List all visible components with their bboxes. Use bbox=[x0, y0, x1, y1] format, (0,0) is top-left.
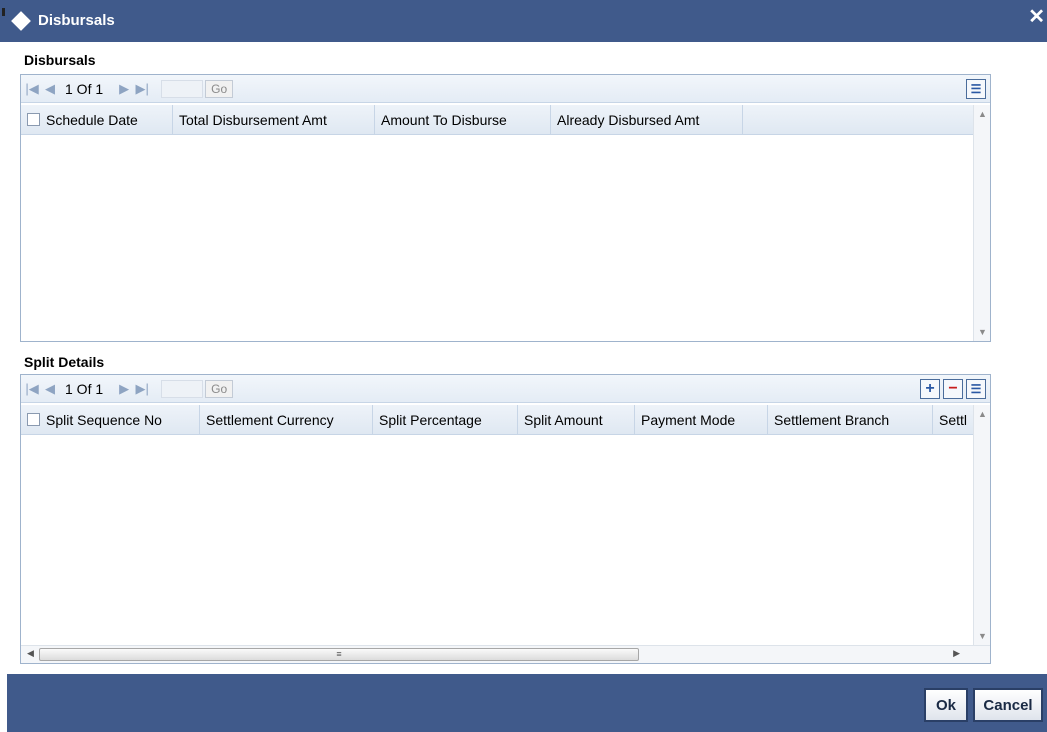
col-payment-mode: Payment Mode bbox=[635, 405, 768, 434]
col-split-sequence-no: Split Sequence No bbox=[21, 405, 200, 434]
diamond-icon bbox=[11, 11, 31, 31]
add-row-icon[interactable]: + bbox=[920, 379, 940, 399]
single-view-icon[interactable]: ☰ bbox=[966, 79, 986, 99]
single-view-icon[interactable]: ☰ bbox=[966, 379, 986, 399]
col-total-disbursement-amt: Total Disbursement Amt bbox=[173, 105, 375, 134]
last-page-icon[interactable]: ▶| bbox=[133, 381, 151, 397]
col-split-amount: Split Amount bbox=[518, 405, 635, 434]
go-button[interactable]: Go bbox=[205, 80, 234, 98]
scroll-down-icon[interactable]: ▼ bbox=[974, 631, 991, 641]
dialog-titlebar: Disbursals ✕ bbox=[0, 0, 1047, 42]
split-details-toolbar: |◀ ◀ 1 Of 1 ▶ ▶| Go + − ☰ bbox=[21, 375, 990, 403]
prev-page-icon[interactable]: ◀ bbox=[41, 381, 59, 397]
corner-mark bbox=[0, 0, 7, 20]
col-label: Schedule Date bbox=[46, 111, 138, 128]
go-button[interactable]: Go bbox=[205, 380, 234, 398]
col-already-disbursed-amt: Already Disbursed Amt bbox=[551, 105, 743, 134]
close-icon[interactable]: ✕ bbox=[1028, 7, 1045, 27]
disbursals-header-row: Schedule Date Total Disbursement Amt Amo… bbox=[21, 105, 973, 135]
col-split-percentage: Split Percentage bbox=[373, 405, 518, 434]
page-number-input[interactable] bbox=[161, 80, 204, 98]
scroll-right-icon[interactable]: ▶ bbox=[953, 648, 960, 659]
scroll-up-icon[interactable]: ▲ bbox=[974, 409, 991, 419]
disbursals-toolbar: |◀ ◀ 1 Of 1 ▶ ▶| Go ☰ bbox=[21, 75, 990, 103]
scroll-up-icon[interactable]: ▲ bbox=[974, 109, 991, 119]
next-page-icon[interactable]: ▶ bbox=[115, 381, 133, 397]
next-page-icon[interactable]: ▶ bbox=[115, 81, 133, 97]
col-settlement-branch: Settlement Branch bbox=[768, 405, 933, 434]
split-details-horizontal-scrollbar[interactable]: ◀ ≡ ▶ bbox=[21, 645, 990, 663]
page-indicator: 1 Of 1 bbox=[65, 381, 104, 397]
disbursals-grid: |◀ ◀ 1 Of 1 ▶ ▶| Go ☰ Schedule Date Tota… bbox=[20, 74, 991, 342]
col-label: Split Sequence No bbox=[46, 411, 162, 428]
col-amount-to-disburse: Amount To Disburse bbox=[375, 105, 551, 134]
col-schedule-date: Schedule Date bbox=[21, 105, 173, 134]
delete-row-icon[interactable]: − bbox=[943, 379, 963, 399]
page-number-input[interactable] bbox=[161, 380, 204, 398]
select-all-checkbox[interactable] bbox=[27, 413, 40, 426]
first-page-icon[interactable]: |◀ bbox=[23, 81, 41, 97]
page-indicator: 1 Of 1 bbox=[65, 81, 104, 97]
scroll-down-icon[interactable]: ▼ bbox=[974, 327, 991, 337]
cancel-button[interactable]: Cancel bbox=[973, 688, 1043, 722]
col-settlement-truncated: Settl bbox=[939, 411, 968, 428]
disbursals-tool-icons: ☰ bbox=[966, 79, 986, 99]
split-details-tool-icons: + − ☰ bbox=[920, 379, 986, 399]
disbursals-vertical-scrollbar[interactable]: ▲ ▼ bbox=[973, 105, 990, 341]
ok-button[interactable]: Ok bbox=[924, 688, 968, 722]
split-details-pagination: |◀ ◀ 1 Of 1 ▶ ▶| Go bbox=[23, 380, 234, 398]
horizontal-scroll-thumb[interactable]: ≡ bbox=[39, 648, 639, 661]
last-page-icon[interactable]: ▶| bbox=[133, 81, 151, 97]
first-page-icon[interactable]: |◀ bbox=[23, 381, 41, 397]
disbursals-pagination: |◀ ◀ 1 Of 1 ▶ ▶| Go bbox=[23, 80, 234, 98]
prev-page-icon[interactable]: ◀ bbox=[41, 81, 59, 97]
col-settlement-currency: Settlement Currency bbox=[200, 405, 373, 434]
split-details-section-label: Split Details bbox=[24, 354, 105, 370]
select-all-checkbox[interactable] bbox=[27, 113, 40, 126]
dialog-content: Disbursals |◀ ◀ 1 Of 1 ▶ ▶| Go ☰ Schedul… bbox=[7, 42, 1002, 674]
split-details-vertical-scrollbar[interactable]: ▲ ▼ bbox=[973, 405, 990, 645]
dialog-title: Disbursals bbox=[38, 12, 115, 29]
split-details-header-row: Split Sequence No Settlement Currency Sp… bbox=[21, 405, 973, 435]
dialog-footer: Ok Cancel bbox=[7, 674, 1047, 732]
disbursals-section-label: Disbursals bbox=[24, 52, 96, 68]
split-details-grid: |◀ ◀ 1 Of 1 ▶ ▶| Go + − ☰ Split Sequence… bbox=[20, 374, 991, 664]
scroll-left-icon[interactable]: ◀ bbox=[27, 648, 34, 659]
